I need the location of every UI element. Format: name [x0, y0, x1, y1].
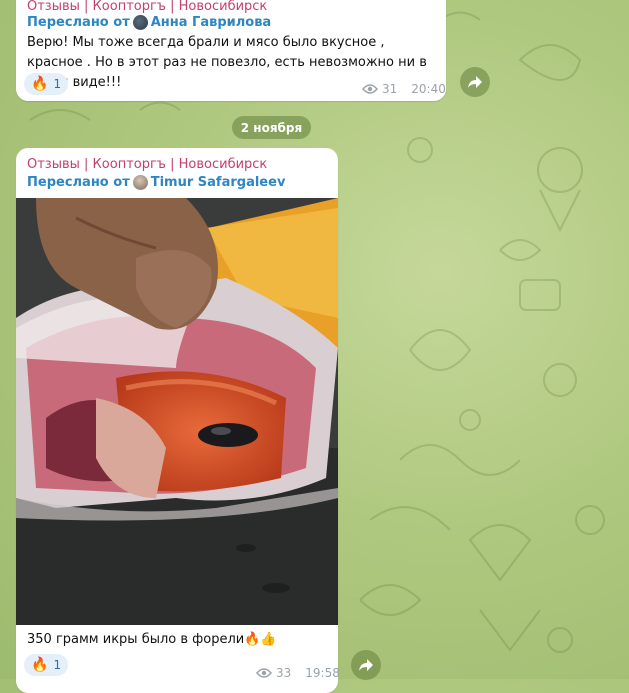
eye-icon — [256, 668, 272, 678]
message-bubble-1[interactable]: Отзывы | Коопторгъ | Новосибирск Пересла… — [16, 0, 446, 101]
view-count: 33 — [276, 666, 292, 680]
avatar — [132, 175, 148, 190]
message-time: 19:58 — [305, 666, 340, 680]
fish-photo-illustration — [16, 198, 338, 625]
share-arrow-icon — [468, 76, 482, 88]
reaction-chip[interactable]: 🔥 1 — [24, 654, 69, 676]
share-arrow-icon — [359, 659, 373, 671]
forward-prefix: Переслано от — [27, 15, 130, 30]
forwarded-from[interactable]: Переслано от Анна Гаврилова — [27, 15, 271, 30]
view-count: 31 — [382, 82, 398, 96]
message-bubble-2[interactable]: Отзывы | Коопторгъ | Новосибирск Пересла… — [16, 148, 340, 693]
reaction-chip[interactable]: 🔥 1 — [24, 73, 69, 95]
forward-author[interactable]: Анна Гаврилова — [151, 15, 271, 30]
message-time: 20:40 — [411, 82, 446, 96]
message-meta: 33 19:58 — [256, 666, 340, 680]
forwarded-from[interactable]: Переслано от Timur Safargaleev — [27, 175, 285, 190]
reaction-count: 1 — [53, 77, 62, 91]
message-meta: 31 20:40 — [362, 82, 446, 96]
channel-name[interactable]: Отзывы | Коопторгъ | Новосибирск — [27, 157, 267, 172]
channel-name[interactable]: Отзывы | Коопторгъ | Новосибирск — [27, 0, 267, 14]
eye-icon — [362, 84, 378, 94]
avatar — [132, 15, 148, 30]
forward-prefix: Переслано от — [27, 175, 130, 190]
reaction-count: 1 — [53, 658, 62, 672]
photo-caption: 350 грамм икры было в форели🔥👍 — [27, 632, 277, 647]
share-button[interactable] — [460, 67, 490, 97]
fire-icon: 🔥 — [31, 657, 49, 673]
forward-author[interactable]: Timur Safargaleev — [151, 175, 286, 190]
date-separator: 2 ноября — [232, 116, 311, 139]
fire-icon: 🔥 — [31, 76, 49, 92]
share-button[interactable] — [351, 650, 381, 680]
message-photo[interactable] — [16, 198, 338, 625]
